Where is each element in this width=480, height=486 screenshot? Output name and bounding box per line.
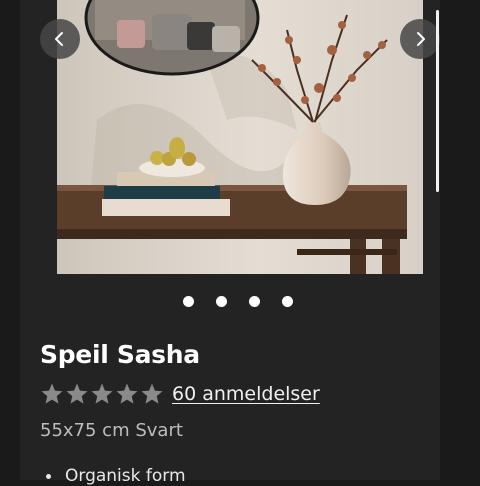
feature-list: Organisk form: [46, 466, 186, 486]
reviews-link[interactable]: 60 anmeldelser: [172, 383, 320, 405]
star-icon: [141, 383, 163, 404]
product-rating: 60 anmeldelser: [40, 382, 320, 406]
product-variant: 55x75 cm Svart: [40, 420, 183, 441]
product-photo: [57, 0, 423, 274]
feature-text: Organisk form: [65, 466, 186, 486]
star-icon: [66, 383, 88, 404]
gallery-scrollbar[interactable]: [436, 10, 439, 192]
gallery-next-button[interactable]: [400, 19, 440, 59]
star-icon: [116, 383, 138, 404]
product-title: Speil Sasha: [40, 340, 200, 369]
gallery-dot[interactable]: [249, 296, 260, 307]
star-icon: [41, 383, 63, 404]
star-icon: [91, 383, 113, 404]
chevron-right-icon: [417, 32, 425, 46]
star-rating: [40, 382, 164, 406]
gallery-pagination: [183, 296, 293, 307]
feature-item: Organisk form: [46, 466, 186, 486]
chevron-left-icon: [55, 32, 63, 46]
product-image-gallery[interactable]: [57, 0, 423, 274]
gallery-dot[interactable]: [282, 296, 293, 307]
gallery-dot[interactable]: [183, 296, 194, 307]
bullet-icon: [46, 473, 51, 479]
gallery-dot[interactable]: [216, 296, 227, 307]
gallery-previous-button[interactable]: [40, 19, 80, 59]
